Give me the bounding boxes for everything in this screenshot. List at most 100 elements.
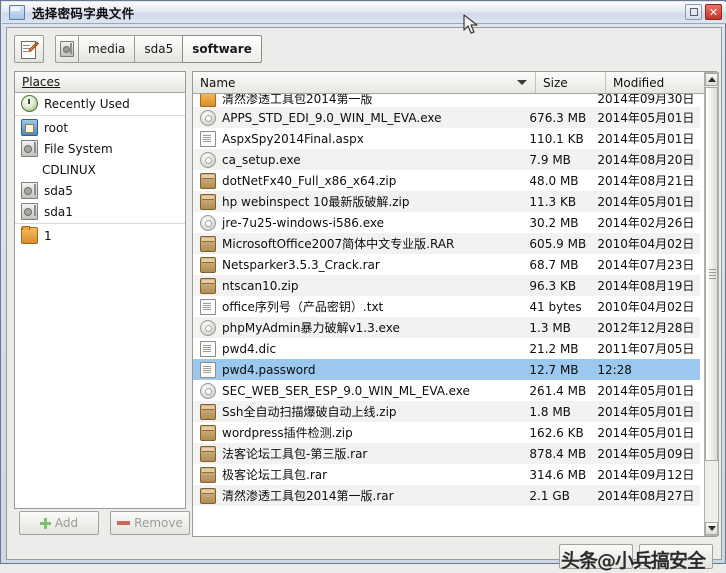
window-controls: ✕ bbox=[685, 4, 722, 20]
breadcrumb-item-media[interactable]: media bbox=[78, 35, 136, 63]
file-size-cell: 12.7 MB bbox=[529, 362, 579, 377]
file-name-cell: hp webinspect 10最新版破解.zip bbox=[193, 193, 525, 210]
minus-icon bbox=[117, 521, 131, 525]
places-separator bbox=[15, 115, 185, 116]
file-name-cell: Netsparker3.5.3_Crack.rar bbox=[193, 256, 525, 273]
table-row[interactable]: APPS_STD_EDI_9.0_WIN_ML_EVA.exe 676.3 MB 2… bbox=[193, 107, 700, 128]
table-row[interactable]: Netsparker3.5.3_Crack.rar 68.7 MB 2014年07月… bbox=[193, 254, 700, 275]
scroll-up-button[interactable] bbox=[705, 73, 718, 86]
table-row[interactable]: phpMyAdmin暴力破解v1.3.exe 1.3 MB 2012年12月28日 bbox=[193, 317, 700, 338]
file-modified-cell: 2011年07月05日 bbox=[597, 342, 695, 356]
file-modified-cell: 2014年02月26日 bbox=[597, 216, 695, 230]
file-name-cell: wordpress插件检测.zip bbox=[193, 424, 525, 441]
file-name-label: MicrosoftOffice2007简体中文专业版.RAR bbox=[222, 237, 455, 251]
file-size-cell: 1.8 MB bbox=[529, 404, 571, 419]
file-size-cell: 110.1 KB bbox=[529, 131, 584, 146]
create-folder-button[interactable] bbox=[14, 35, 44, 63]
file-name-label: 清然渗透工具包2014第一版.rar bbox=[222, 489, 394, 503]
table-row[interactable]: 清然渗透工具包2014第一版.rar 2.1 GB 2014年08月27日 bbox=[193, 485, 700, 506]
file-name-label: dotNetFx40_Full_x86_x64.zip bbox=[222, 173, 397, 188]
breadcrumb-item-software[interactable]: software bbox=[182, 35, 262, 63]
table-row[interactable]: pwd4.dic 21.2 MB 2011年07月05日 bbox=[193, 338, 700, 359]
file-size-cell: 30.2 MB bbox=[529, 215, 579, 230]
table-row[interactable]: MicrosoftOffice2007简体中文专业版.RAR 605.9 MB 20… bbox=[193, 233, 700, 254]
table-row[interactable]: hp webinspect 10最新版破解.zip 11.3 KB 2014年05月… bbox=[193, 191, 700, 212]
column-header-modified[interactable]: Modified bbox=[606, 72, 716, 93]
places-item-1[interactable]: 1 bbox=[15, 225, 185, 246]
table-row[interactable]: ca_setup.exe 7.9 MB 2014年08月20日 bbox=[193, 149, 700, 170]
places-item-label: 1 bbox=[44, 228, 52, 243]
file-name-label: Netsparker3.5.3_Crack.rar bbox=[222, 257, 380, 272]
zip-icon bbox=[200, 487, 216, 504]
scrollbar-thumb[interactable] bbox=[705, 87, 718, 461]
chevron-up-icon bbox=[707, 77, 716, 82]
file-modified-cell: 2014年05月01日 bbox=[597, 426, 695, 440]
file-name-label: hp webinspect 10最新版破解.zip bbox=[222, 195, 410, 209]
zip-icon bbox=[200, 424, 216, 441]
drive-icon bbox=[60, 41, 74, 57]
file-name-label: AspxSpy2014Final.aspx bbox=[222, 131, 364, 146]
table-row[interactable]: SEC_WEB_SER_ESP_9.0_WIN_ML_EVA.exe 261.4 … bbox=[193, 380, 700, 401]
file-name-label: SEC_WEB_SER_ESP_9.0_WIN_ML_EVA.exe bbox=[222, 383, 470, 398]
scroll-down-button[interactable] bbox=[705, 522, 718, 535]
places-header-label: Places bbox=[22, 75, 61, 89]
table-row[interactable]: wordpress插件检测.zip 162.6 KB 2014年05月01日 bbox=[193, 422, 700, 443]
table-row[interactable]: office序列号（产品密钥）.txt 41 bytes 2010年04月02日 bbox=[193, 296, 700, 317]
places-item-label: Recently Used bbox=[44, 96, 130, 111]
column-header-size[interactable]: Size bbox=[536, 72, 606, 93]
file-name-label: pwd4.dic bbox=[222, 341, 277, 356]
add-place-button[interactable]: Add bbox=[19, 511, 99, 535]
places-item-file-system[interactable]: File System bbox=[15, 138, 185, 159]
file-name-label: office序列号（产品密钥）.txt bbox=[222, 300, 384, 314]
column-header-name-label: Name bbox=[200, 75, 236, 90]
places-item-cdlinux[interactable]: CDLINUX bbox=[15, 159, 185, 180]
table-row[interactable]: dotNetFx40_Full_x86_x64.zip 48.0 MB 2014年0… bbox=[193, 170, 700, 191]
file-size-cell: 261.4 MB bbox=[529, 383, 587, 398]
file-size-cell: 21.2 MB bbox=[529, 341, 579, 356]
file-name-cell: MicrosoftOffice2007简体中文专业版.RAR bbox=[193, 235, 525, 252]
text-icon bbox=[200, 130, 216, 147]
file-name-cell: phpMyAdmin暴力破解v1.3.exe bbox=[193, 319, 525, 336]
exe-icon bbox=[200, 151, 216, 168]
file-name-cell: Ssh全自动扫描爆破自动上线.zip bbox=[193, 403, 525, 420]
table-row[interactable]: AspxSpy2014Final.aspx 110.1 KB 2014年05月01日 bbox=[193, 128, 700, 149]
places-item-sda1[interactable]: sda1 bbox=[15, 201, 185, 222]
open-button[interactable] bbox=[639, 544, 713, 569]
file-list-pane: Name Size Modified 清然渗透工具包2014第一版 2014年09… bbox=[192, 71, 717, 537]
file-name-label: wordpress插件检测.zip bbox=[222, 426, 353, 440]
file-size-cell: 48.0 MB bbox=[529, 173, 579, 188]
file-name-label: 法客论坛工具包-第三版.rar bbox=[222, 447, 368, 461]
file-modified-cell: 2014年05月01日 bbox=[597, 195, 695, 209]
file-name-cell: SEC_WEB_SER_ESP_9.0_WIN_ML_EVA.exe bbox=[193, 382, 525, 399]
file-list-header: Name Size Modified bbox=[193, 72, 716, 94]
file-list-scrollbar[interactable] bbox=[704, 72, 719, 536]
places-buttons: Add Remove bbox=[19, 511, 190, 535]
text-icon bbox=[200, 298, 216, 315]
cancel-button[interactable] bbox=[559, 544, 633, 569]
places-item-root[interactable]: root bbox=[15, 117, 185, 138]
remove-place-button[interactable]: Remove bbox=[110, 511, 190, 535]
table-row[interactable]: ntscan10.zip 96.3 KB 2014年08月19日 bbox=[193, 275, 700, 296]
close-button[interactable]: ✕ bbox=[705, 4, 722, 20]
table-row[interactable]: 法客论坛工具包-第三版.rar 878.4 MB 2014年05月09日 bbox=[193, 443, 700, 464]
dialog-content: media sda5 software Places Recently Used… bbox=[6, 27, 722, 572]
table-row[interactable]: 极客论坛工具包.rar 314.6 MB 2014年09月12日 bbox=[193, 464, 700, 485]
places-item-recently-used[interactable]: Recently Used bbox=[15, 93, 185, 114]
table-row[interactable]: 清然渗透工具包2014第一版 2014年09月30日 bbox=[193, 94, 700, 107]
maximize-button[interactable] bbox=[685, 4, 702, 20]
file-modified-cell: 2014年07月23日 bbox=[597, 258, 695, 272]
table-row[interactable]: Ssh全自动扫描爆破自动上线.zip 1.8 MB 2014年05月01日 bbox=[193, 401, 700, 422]
table-row[interactable]: pwd4.password 12.7 MB 12:28 bbox=[193, 359, 700, 380]
file-rows: 清然渗透工具包2014第一版 2014年09月30日 APPS_STD_EDI_9.… bbox=[193, 94, 700, 536]
places-item-sda5[interactable]: sda5 bbox=[15, 180, 185, 201]
drive-icon bbox=[21, 203, 38, 220]
chevron-down-icon bbox=[707, 526, 716, 531]
title-bar: 选择密码字典文件 ✕ bbox=[2, 2, 726, 24]
table-row[interactable]: jre-7u25-windows-i586.exe 30.2 MB 2014年02月… bbox=[193, 212, 700, 233]
folder-icon bbox=[200, 94, 216, 107]
column-header-name[interactable]: Name bbox=[193, 72, 536, 93]
zip-icon bbox=[200, 466, 216, 483]
file-modified-cell: 2014年05月01日 bbox=[597, 405, 695, 419]
breadcrumb-item-drive[interactable] bbox=[55, 35, 79, 63]
breadcrumb-item-sda5[interactable]: sda5 bbox=[134, 35, 184, 63]
